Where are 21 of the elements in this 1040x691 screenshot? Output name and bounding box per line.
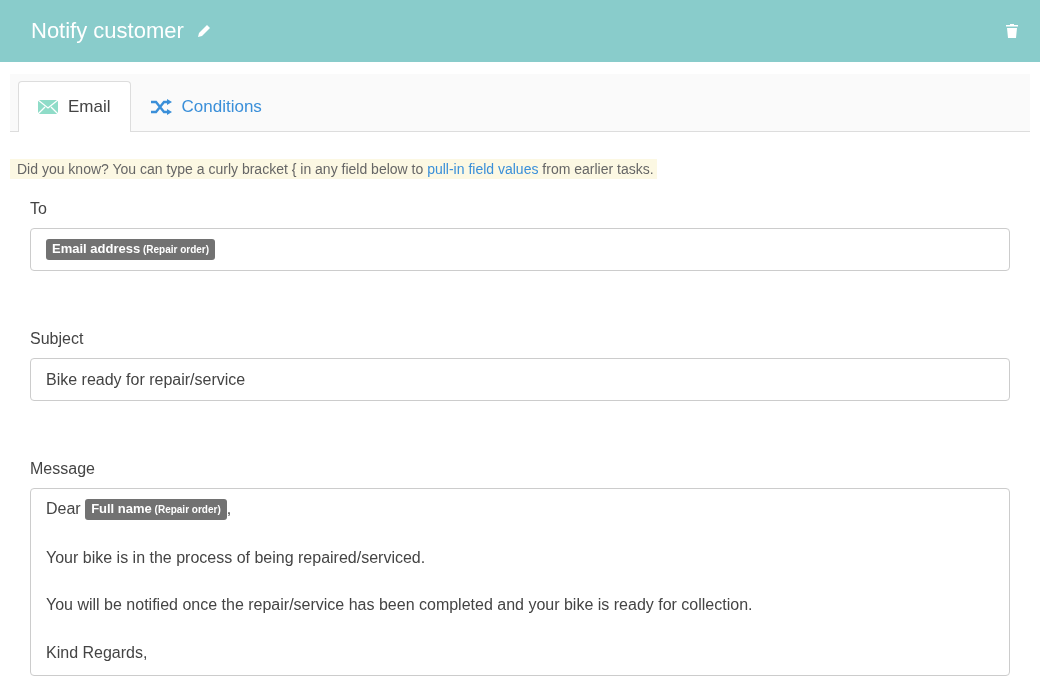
hint-text: Did you know? You can type a curly bracket { in any field below to pull-in field values from earlier tasks. bbox=[10, 159, 657, 179]
message-line: Kind Regards, bbox=[46, 642, 149, 663]
subject-field[interactable]: Bike ready for repair/service bbox=[30, 358, 1010, 401]
pencil-icon[interactable] bbox=[195, 23, 212, 39]
field-label: Message bbox=[30, 459, 96, 479]
message-line: You will be notified once the repair/service has been completed and your bike is ready for collection. bbox=[46, 595, 754, 615]
tab[interactable]: Conditions bbox=[130, 81, 282, 132]
pull-in-link[interactable]: pull-in field values bbox=[427, 161, 539, 177]
field-label: To bbox=[30, 199, 48, 219]
field-token[interactable]: Email address (Repair order) bbox=[46, 239, 216, 260]
message-line: Dear Full name (Repair order) , bbox=[46, 499, 994, 520]
trash-icon[interactable] bbox=[1005, 23, 1019, 39]
field-token[interactable]: Full name (Repair order) bbox=[85, 499, 227, 520]
field-label: Subject bbox=[30, 329, 85, 349]
envelope-icon bbox=[38, 100, 58, 114]
message-line: Your bike is in the process of being repaired/serviced. bbox=[46, 547, 427, 568]
tab[interactable]: Email bbox=[18, 81, 131, 132]
page-title: Notify customer bbox=[31, 18, 184, 44]
shuffle-icon bbox=[150, 99, 172, 115]
message-field[interactable] bbox=[30, 488, 1010, 676]
recipient-field[interactable]: Email address (Repair order) bbox=[30, 228, 1010, 271]
